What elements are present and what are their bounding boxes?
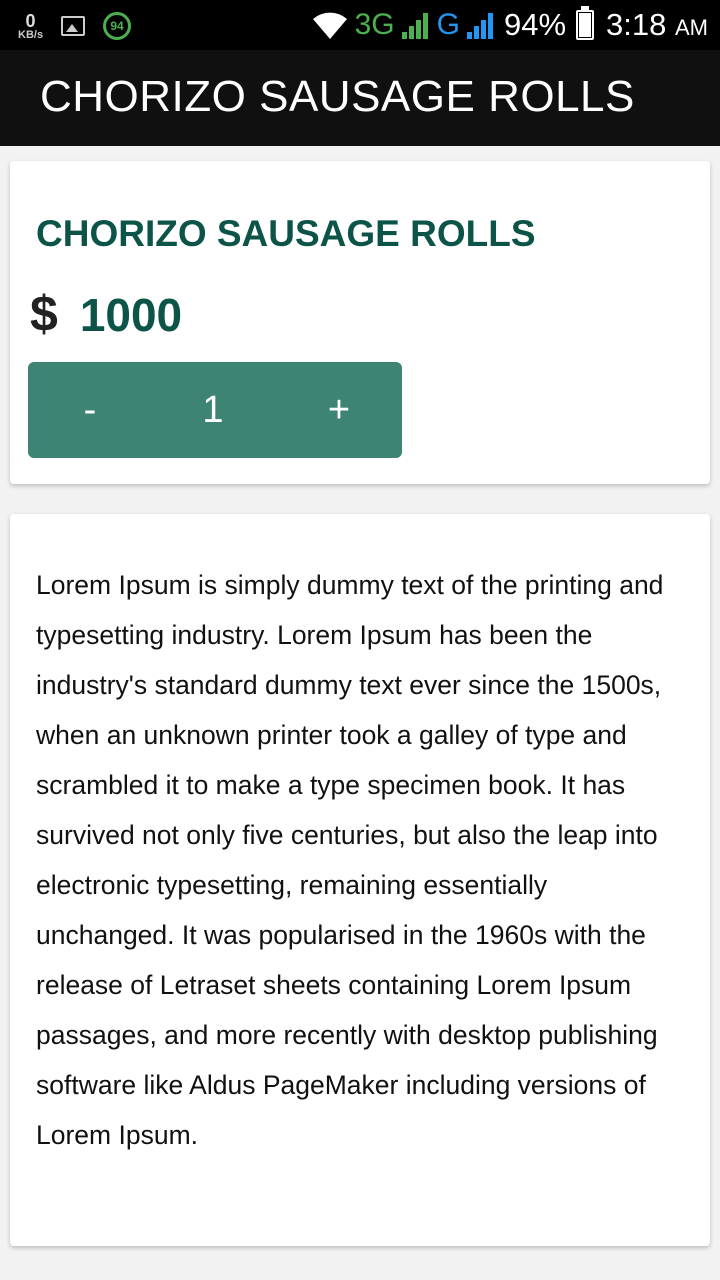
network-3g-label: 3G [354, 8, 395, 41]
image-icon [61, 16, 86, 36]
clock-ampm: AM [675, 15, 708, 40]
network-speed-value: 0 [25, 10, 36, 31]
product-description: Lorem Ipsum is simply dummy text of the … [36, 570, 664, 1150]
signal-g-icon [466, 13, 493, 39]
status-left: 0 KB/s 94 [18, 6, 132, 46]
page-title: CHORIZO SAUSAGE ROLLS [40, 72, 635, 121]
notification-badge-icon: 94 [103, 12, 132, 40]
decrease-quantity-button[interactable]: - [50, 362, 130, 458]
wifi-icon [312, 12, 347, 39]
clock-time: 3:18 [606, 7, 667, 42]
currency-symbol: $ [30, 286, 58, 342]
battery-level-fill [579, 12, 592, 37]
quantity-stepper: - 1 + [28, 362, 402, 458]
notification-badge-value: 94 [110, 19, 124, 33]
increase-quantity-button[interactable]: + [299, 362, 379, 458]
status-right: 3G G 94% 3:18 AM [311, 0, 708, 50]
product-card: CHORIZO SAUSAGE ROLLS $ 1000 - 1 + [10, 161, 710, 484]
network-g-label: G [436, 8, 460, 41]
product-name: CHORIZO SAUSAGE ROLLS [36, 213, 536, 254]
quantity-value: 1 [202, 388, 224, 431]
network-speed: 0 KB/s [18, 12, 43, 41]
signal-3g-icon [401, 13, 428, 39]
status-bar: 0 KB/s 94 3G G 94% 3:18 AM [0, 0, 720, 50]
network-speed-unit: KB/s [18, 28, 44, 41]
app-bar: CHORIZO SAUSAGE ROLLS [0, 50, 720, 146]
description-card: Lorem Ipsum is simply dummy text of the … [10, 514, 710, 1246]
product-price: 1000 [79, 289, 183, 341]
price-row: $ 1000 [30, 285, 182, 343]
battery-percent: 94% [503, 7, 567, 42]
battery-icon [576, 6, 595, 40]
clock: 3:18 AM [606, 7, 708, 43]
